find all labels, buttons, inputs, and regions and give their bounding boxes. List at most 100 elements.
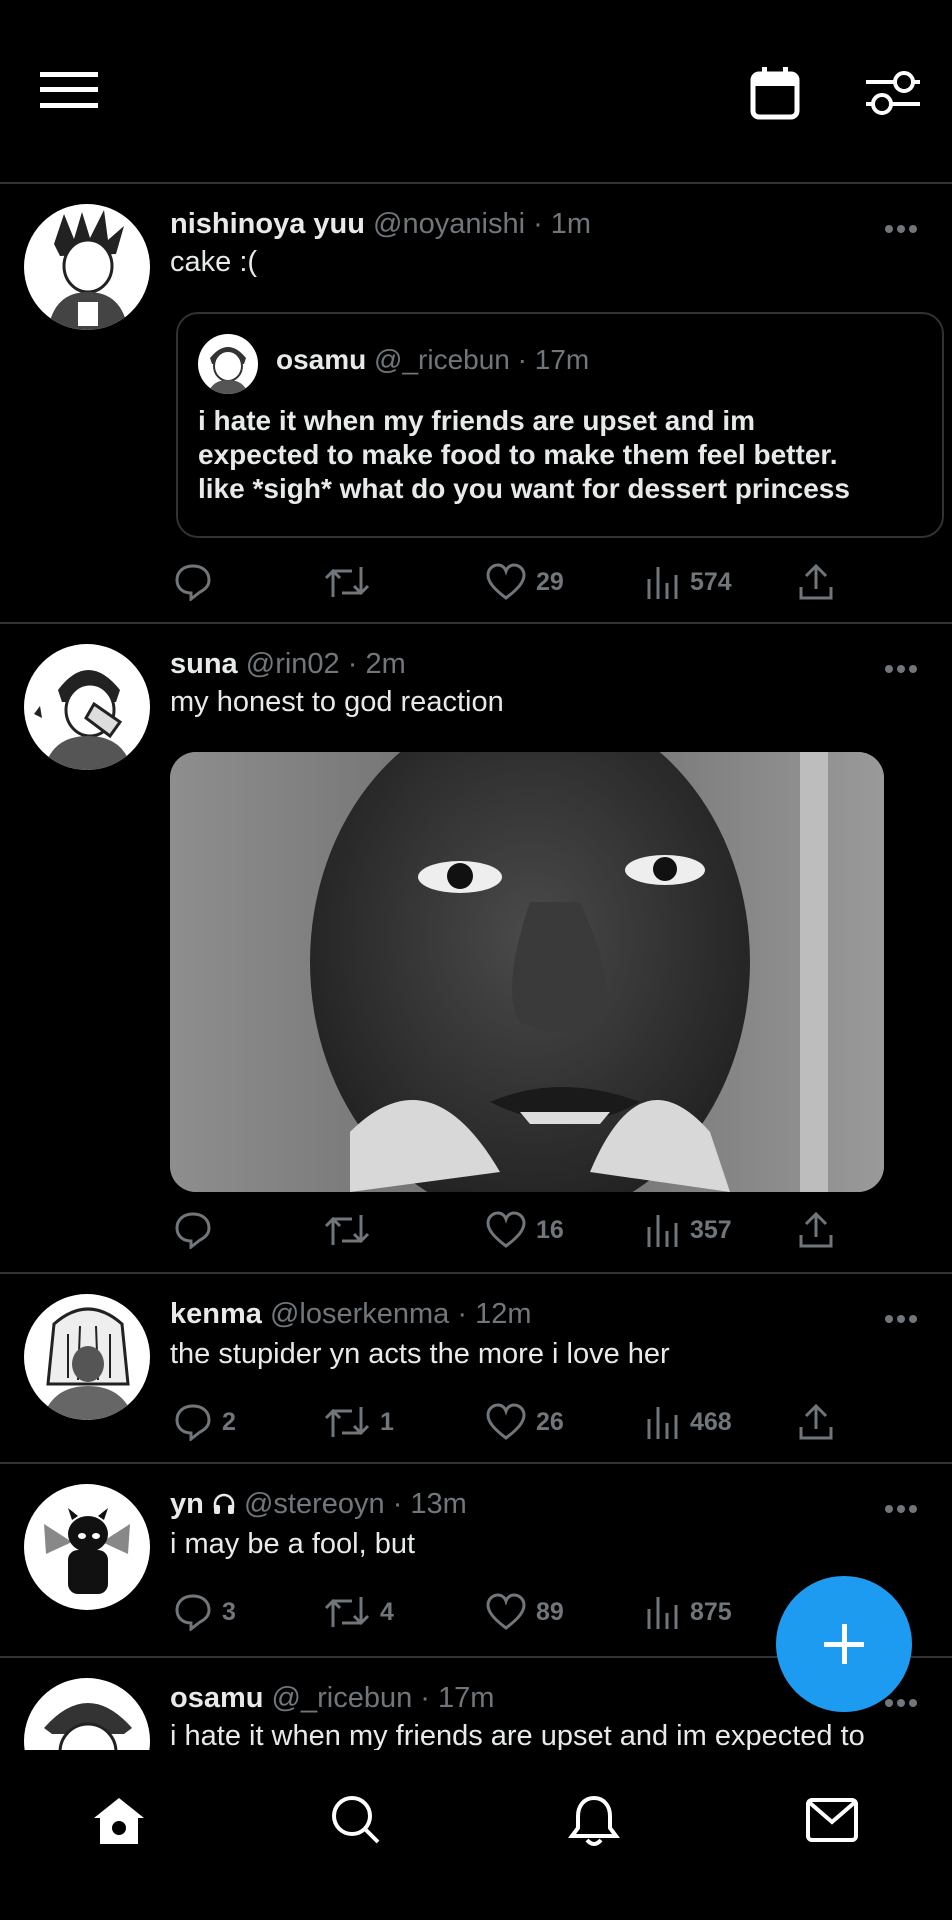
quoted-author-name: osamu	[276, 344, 367, 375]
avatar[interactable]	[24, 644, 150, 770]
avatar	[198, 334, 258, 394]
heart-icon	[486, 1211, 526, 1248]
share-button[interactable]	[798, 1208, 834, 1252]
tweet-actions: 3 4 89 875	[170, 1590, 870, 1634]
plus-icon	[824, 1624, 864, 1664]
views-icon	[647, 1215, 678, 1247]
share-button[interactable]	[798, 560, 834, 604]
share-icon	[799, 1211, 833, 1248]
retweet-icon	[324, 1597, 370, 1627]
quoted-text: i hate it when my friends are upset and …	[198, 404, 918, 506]
views-icon	[647, 1407, 678, 1439]
reply-count: 3	[222, 1597, 236, 1626]
quoted-tweet[interactable]: osamu @_ricebun · 17m i hate it when my …	[176, 312, 944, 538]
like-button[interactable]: 16	[486, 1208, 564, 1252]
share-icon	[799, 1403, 833, 1440]
top-bar	[0, 0, 952, 184]
tweet-author-name[interactable]: yn	[170, 1488, 204, 1520]
like-count: 26	[536, 1407, 564, 1436]
avatar[interactable]	[24, 204, 150, 330]
avatar[interactable]	[24, 1484, 150, 1610]
retweet-count: 1	[380, 1407, 394, 1436]
tweet-author-name[interactable]: osamu	[170, 1682, 263, 1714]
sliders-icon[interactable]	[866, 68, 920, 118]
avatar-illustration	[208, 347, 248, 394]
tweet-text: the stupider yn acts the more i love her	[170, 1338, 670, 1370]
retweet-button[interactable]: 1	[324, 1400, 394, 1444]
quoted-text-line: i hate it when my friends are upset and …	[198, 405, 756, 436]
views-count: 875	[690, 1597, 732, 1626]
tweet-text: i may be a fool, but	[170, 1528, 416, 1560]
avatar-illustration	[44, 1508, 130, 1594]
avatar-illustration	[42, 1307, 134, 1420]
compose-button[interactable]	[776, 1576, 912, 1712]
tweet-meta: @noyanishi · 1m	[373, 208, 592, 240]
reply-button[interactable]: 3	[174, 1590, 236, 1634]
retweet-icon	[324, 1407, 370, 1437]
mail-icon[interactable]	[806, 1798, 858, 1842]
reply-icon	[175, 1404, 211, 1441]
more-icon[interactable]	[884, 1504, 918, 1514]
retweet-icon	[324, 1215, 370, 1245]
views-icon	[647, 1597, 678, 1629]
more-icon[interactable]	[884, 664, 918, 674]
tweet-meta: @stereoyn · 13m	[243, 1488, 467, 1520]
tweet-author-name[interactable]: kenma	[170, 1298, 262, 1330]
reply-button[interactable]	[174, 1208, 222, 1252]
tweet-text: my honest to god reaction	[170, 686, 504, 718]
home-icon[interactable]	[92, 1796, 146, 1846]
search-icon[interactable]	[330, 1794, 382, 1846]
like-count: 89	[536, 1597, 564, 1626]
headphones-icon	[213, 1493, 235, 1514]
reply-icon	[175, 1594, 211, 1631]
views-button[interactable]: 468	[646, 1400, 732, 1444]
tweet-text: i hate it when my friends are upset and …	[170, 1720, 865, 1750]
avatar[interactable]	[24, 1678, 150, 1750]
hamburger-icon[interactable]	[40, 70, 98, 110]
calendar-icon[interactable]	[750, 66, 800, 120]
tweet[interactable]: nishinoya yuu @noyanishi · 1m cake :( os…	[0, 184, 952, 624]
views-icon	[647, 567, 678, 599]
bell-icon[interactable]	[568, 1794, 620, 1848]
reply-button[interactable]: 2	[174, 1400, 236, 1444]
avatar-illustration	[44, 1703, 132, 1750]
more-icon[interactable]	[884, 1314, 918, 1324]
quoted-text-line: like *sigh* what do you want for dessert…	[198, 473, 850, 504]
heart-icon	[486, 1403, 526, 1440]
tweet-author-name[interactable]: nishinoya yuu	[170, 208, 365, 240]
reply-count: 2	[222, 1407, 236, 1436]
tweet-actions: 16 357	[170, 1208, 870, 1252]
tweet[interactable]: kenma @loserkenma · 12m the stupider yn …	[0, 1274, 952, 1464]
avatar[interactable]	[24, 1294, 150, 1420]
views-button[interactable]: 875	[646, 1590, 732, 1634]
bottom-nav	[0, 1750, 952, 1920]
face-photo	[170, 752, 884, 1192]
more-icon[interactable]	[884, 224, 918, 234]
views-count: 468	[690, 1407, 732, 1436]
views-button[interactable]: 574	[646, 560, 732, 604]
like-button[interactable]: 29	[486, 560, 564, 604]
tweet-meta: @loserkenma · 12m	[269, 1298, 532, 1330]
tweet-actions: 2 1 26 468	[170, 1400, 870, 1444]
retweet-button[interactable]	[324, 560, 380, 604]
tweet-author-name[interactable]: suna	[170, 648, 238, 680]
heart-icon	[486, 563, 526, 600]
like-count: 29	[536, 567, 564, 596]
tweet-image[interactable]	[170, 752, 884, 1192]
reply-button[interactable]	[174, 560, 222, 604]
retweet-button[interactable]	[324, 1208, 380, 1252]
like-count: 16	[536, 1215, 564, 1244]
share-button[interactable]	[798, 1400, 834, 1444]
like-button[interactable]: 89	[486, 1590, 564, 1634]
reply-icon	[175, 1212, 211, 1249]
views-button[interactable]: 357	[646, 1208, 732, 1252]
views-count: 574	[690, 567, 732, 596]
quoted-text-line: expected to make food to make them feel …	[198, 439, 838, 470]
views-count: 357	[690, 1215, 732, 1244]
retweet-button[interactable]: 4	[324, 1590, 394, 1634]
tweet-meta: @_ricebun · 17m	[271, 1682, 495, 1714]
like-button[interactable]: 26	[486, 1400, 564, 1444]
avatar-illustration	[48, 210, 128, 330]
tweet-actions: 29 574	[170, 560, 870, 604]
tweet-text: cake :(	[170, 246, 258, 278]
